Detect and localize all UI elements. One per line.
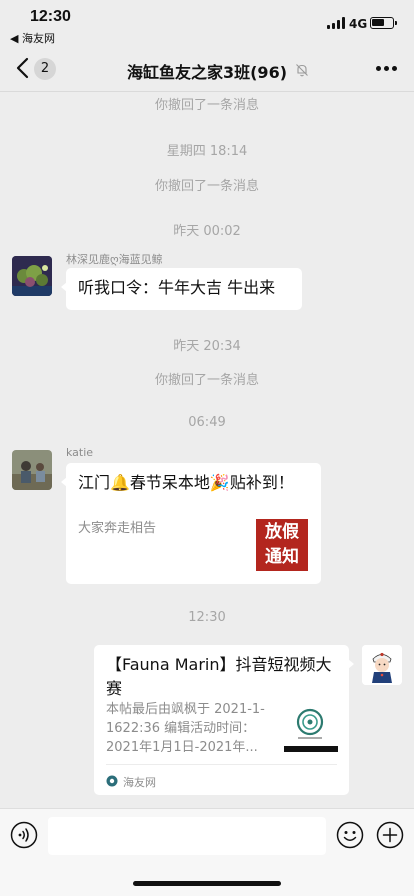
battery-icon [370,17,397,29]
status-time: 12:30 [30,8,71,25]
source-logo-icon [106,775,118,787]
link-card-description: 本帖最后由飒枫于 2021-1-1622:36 编辑活动时间：2021年1月1日… [106,702,265,755]
link-card-thumbnail: 放假 通知 [256,519,308,571]
avatar[interactable] [12,256,52,296]
link-card-source: 海友网 [123,776,156,789]
emoji-icon[interactable] [336,821,364,849]
system-message: 你撤回了一条消息 [154,98,259,113]
link-card-title: 【Fauna Marin】抖音短视频大赛 [106,655,332,698]
system-message: 你撤回了一条消息 [154,373,259,388]
back-to-app-link[interactable]: ◀ 海友网 [10,30,55,46]
message-bubble[interactable]: 听我口令：牛年大吉 牛出来 [61,268,302,310]
timestamp: 06:49 [188,415,226,430]
link-card[interactable]: 江门🔔春节呆本地🎉贴补到！ 大家奔走相告 放假 通知 [61,463,321,584]
link-card-description: 大家奔走相告 [78,521,157,536]
timestamp: 12:30 [188,610,226,625]
avatar[interactable] [12,450,52,490]
link-card[interactable]: 【Fauna Marin】抖音短视频大赛 本帖最后由飒枫于 2021-1-162… [94,645,354,795]
sender-name: 林深见鹿ღ海蓝见鲸 [66,253,163,266]
sender-name: katie [66,446,94,459]
plus-icon[interactable] [376,821,404,849]
network-type: 4G [349,17,368,31]
timestamp: 昨天 00:02 [173,224,241,239]
message-input[interactable] [48,817,326,855]
link-card-title: 江门🔔春节呆本地🎉贴补到！ [78,473,294,492]
message-text: 听我口令：牛年大吉 牛出来 [78,278,276,297]
link-card-thumbnail [284,700,338,754]
voice-icon[interactable] [10,821,38,849]
system-message: 你撤回了一条消息 [154,179,259,194]
avatar[interactable] [362,645,402,685]
signal-icon [327,17,345,29]
timestamp: 昨天 20:34 [173,339,241,354]
thumbnail-text: 通知 [265,547,299,567]
more-dots-icon[interactable] [376,66,398,72]
chat-header: 2 海缸鱼友之家3班(96) [0,46,414,92]
status-bar: 12:30 ◀ 海友网 4G [0,0,414,46]
home-indicator[interactable] [133,881,281,886]
divider [106,764,337,765]
timestamp: 星期四 18:14 [166,144,248,159]
chat-title[interactable]: 海缸鱼友之家3班(96) [0,59,414,83]
thumbnail-text: 放假 [265,522,299,542]
mute-bell-icon [296,64,308,77]
